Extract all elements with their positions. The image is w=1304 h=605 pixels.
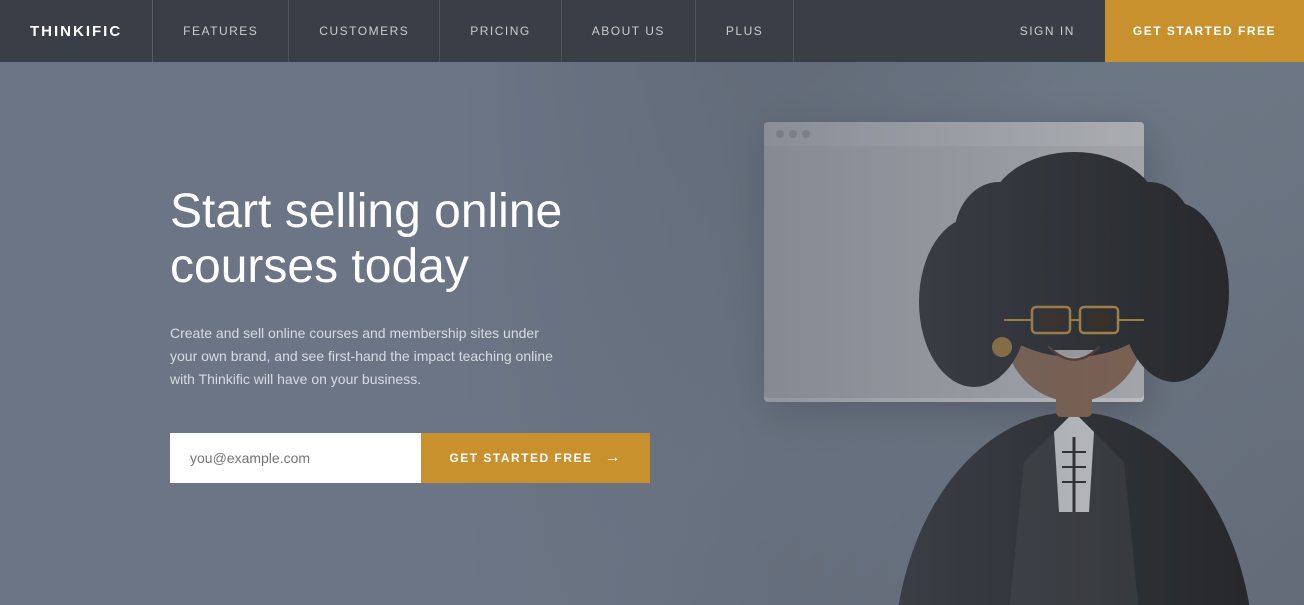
signin-link[interactable]: SIGN IN [990,24,1105,38]
nav-link-pricing[interactable]: PRICING [440,0,562,62]
nav-link-about[interactable]: ABOUT US [562,0,696,62]
nav-links: FEATURES CUSTOMERS PRICING ABOUT US PLUS [153,0,990,62]
arrow-icon: → [605,449,623,467]
logo[interactable]: THINKIFIC [0,0,153,62]
nav-cta-button[interactable]: GET STARTED FREE [1105,0,1304,62]
hero-title: Start selling online courses today [170,184,650,294]
nav-link-plus[interactable]: PLUS [696,0,794,62]
get-started-button[interactable]: GET STARTED FREE → [421,433,650,483]
nav-link-features[interactable]: FEATURES [153,0,289,62]
navbar: THINKIFIC FEATURES CUSTOMERS PRICING ABO… [0,0,1304,62]
nav-right: SIGN IN GET STARTED FREE [990,0,1304,62]
hero-form: GET STARTED FREE → [170,433,650,483]
hero-content: Start selling online courses today Creat… [0,62,660,605]
hero-section: Start selling online courses today Creat… [0,62,1304,605]
email-input[interactable] [170,433,421,483]
get-started-label: GET STARTED FREE [449,451,592,465]
hero-subtitle: Create and sell online courses and membe… [170,322,560,391]
nav-link-customers[interactable]: CUSTOMERS [289,0,440,62]
